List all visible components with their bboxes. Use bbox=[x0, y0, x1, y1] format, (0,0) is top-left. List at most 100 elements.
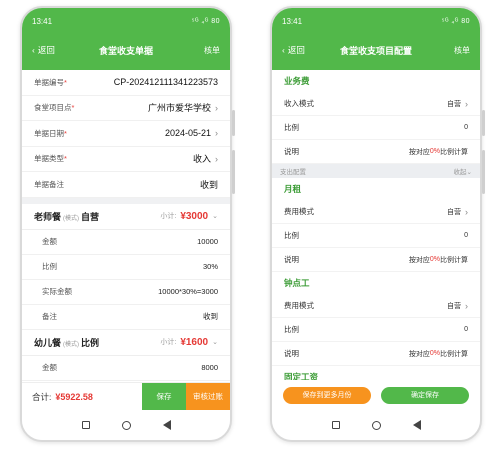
subtotal: 小计: ¥3000 ⌄ bbox=[160, 211, 218, 222]
config-row[interactable]: 费用模式 自营 › bbox=[272, 294, 480, 318]
field-value: 广州市爱华学校 › bbox=[148, 101, 218, 114]
field-value-text: 2024-05-21 bbox=[164, 128, 211, 139]
field-label: 单据类型* bbox=[34, 153, 67, 164]
total-label: 合计: bbox=[32, 391, 52, 402]
collapse-toggle[interactable]: 收起⌄ bbox=[454, 166, 472, 176]
status-time: 13:41 bbox=[282, 16, 303, 26]
expense-config-label: 支出配置 bbox=[280, 169, 306, 176]
chevron-right-icon: › bbox=[215, 128, 218, 139]
field-value: CP-202412111341223573 bbox=[114, 77, 218, 87]
form-field: 单据编号* CP-202412111341223573 bbox=[22, 70, 230, 96]
footer-bar: 保存到更多月份 确定保存 bbox=[272, 380, 480, 410]
signal-icon: ⁵ᴳ ₄ᴳ 80 bbox=[441, 17, 470, 25]
confirm-save-button[interactable]: 确定保存 bbox=[381, 386, 469, 404]
chevron-right-icon: › bbox=[465, 300, 468, 311]
status-time: 13:41 bbox=[32, 16, 53, 26]
detail-value: 收到 bbox=[203, 312, 218, 321]
config-label: 说明 bbox=[284, 349, 299, 358]
desc-post: 比例计算 bbox=[440, 350, 468, 358]
required-mark: * bbox=[64, 128, 67, 138]
field-label-text: 食堂项目点 bbox=[34, 103, 72, 113]
detail-row: 金额 10000 bbox=[22, 229, 230, 255]
save-button[interactable]: 保存 bbox=[142, 383, 186, 410]
desc-percent: 0% bbox=[429, 148, 440, 155]
desc-pre: 按对应 bbox=[408, 256, 430, 264]
field-label: 单据日期* bbox=[34, 128, 67, 139]
config-value: 0 bbox=[464, 124, 468, 131]
home-icon[interactable] bbox=[121, 420, 131, 430]
collapse-label: 收起 bbox=[453, 169, 467, 176]
section-name: 幼儿餐 bbox=[34, 337, 62, 348]
config-label: 比例 bbox=[284, 123, 299, 132]
detail-value: 8000 bbox=[201, 363, 218, 372]
detail-label: 金额 bbox=[42, 237, 57, 246]
chevron-left-icon: ‹ bbox=[282, 45, 285, 55]
form-field[interactable]: 单据类型* 收入 › bbox=[22, 146, 230, 172]
form-field: 单据备注 收到 bbox=[22, 172, 230, 198]
detail-label: 比例 bbox=[42, 262, 57, 271]
status-bar: 13:41 ⁵ᴳ ₄ᴳ 80 bbox=[282, 8, 470, 30]
field-label: 食堂项目点* bbox=[34, 102, 74, 113]
section-title: 幼儿餐 (模式) 比例 bbox=[34, 336, 99, 349]
back-nav-icon[interactable] bbox=[412, 420, 421, 430]
recent-apps-icon[interactable] bbox=[331, 421, 340, 429]
back-label: 返回 bbox=[37, 45, 55, 55]
subtotal-label: 小计: bbox=[160, 339, 177, 346]
section-header[interactable]: 老师餐 (模式) 自营 小计: ¥3000 ⌄ bbox=[22, 203, 230, 230]
expense-config-bar[interactable]: 支出配置 收起⌄ bbox=[272, 164, 480, 178]
field-value-text: CP-202412111341223573 bbox=[113, 77, 218, 88]
chevron-down-icon: ⌄ bbox=[212, 339, 218, 346]
field-value: 收入 › bbox=[193, 152, 218, 165]
detail-label: 实际金额 bbox=[42, 287, 72, 296]
home-icon[interactable] bbox=[371, 420, 381, 430]
config-row: 比例 0 bbox=[272, 116, 480, 140]
config-value-text: 自营 bbox=[447, 302, 461, 310]
back-button[interactable]: ‹ 返回 bbox=[32, 44, 55, 56]
detail-value: 10000*30%=3000 bbox=[158, 287, 218, 296]
field-value-text: 广州市爱华学校 bbox=[147, 103, 211, 114]
config-label: 比例 bbox=[284, 231, 299, 240]
form-field[interactable]: 食堂项目点* 广州市爱华学校 › bbox=[22, 95, 230, 121]
side-button bbox=[482, 110, 485, 136]
back-nav-icon[interactable] bbox=[162, 420, 171, 430]
section-title: 老师餐 (模式) 自营 bbox=[34, 210, 99, 223]
verify-button[interactable]: 核单 bbox=[204, 45, 220, 56]
config-label: 说明 bbox=[284, 147, 299, 156]
field-label: 单据备注 bbox=[34, 179, 64, 190]
side-button bbox=[232, 150, 235, 194]
system-nav bbox=[22, 410, 230, 440]
config-value: 按对应 0% 比例计算 bbox=[409, 349, 468, 359]
section-header[interactable]: 幼儿餐 (模式) 比例 小计: ¥1600 ⌄ bbox=[22, 329, 230, 356]
verify-button[interactable]: 核单 bbox=[454, 45, 470, 56]
recent-apps-icon[interactable] bbox=[81, 421, 90, 429]
back-button[interactable]: ‹ 返回 bbox=[282, 44, 305, 56]
header: 13:41 ⁵ᴳ ₄ᴳ 80 ‹ 返回 食堂收支项目配置 核单 bbox=[272, 8, 480, 70]
config-row[interactable]: 费用模式 自营 › bbox=[272, 200, 480, 224]
mode-value: 比例 bbox=[81, 337, 100, 348]
config-value: 0 bbox=[464, 232, 468, 239]
system-nav bbox=[272, 410, 480, 440]
detail-label: 备注 bbox=[42, 312, 57, 321]
form-content: 单据编号* CP-202412111341223573 食堂项目点* 广州市爱华学校 ›… bbox=[22, 70, 230, 410]
desc-post: 比例计算 bbox=[440, 256, 468, 264]
form-field[interactable]: 单据日期* 2024-05-21 › bbox=[22, 121, 230, 147]
config-group-title: 钟点工 bbox=[272, 272, 480, 294]
field-value-text: 收入 bbox=[192, 154, 211, 165]
chevron-left-icon: ‹ bbox=[32, 45, 35, 55]
phone-left: 13:41 ⁵ᴳ ₄ᴳ 80 ‹ 返回 食堂收支单据 核单 单据编号* CP-20… bbox=[20, 6, 232, 442]
config-value-text: 0 bbox=[464, 124, 468, 131]
config-content: 业务费 收入模式 自营 › 比例 0 说明 按对应 0% 比例计算 支出配置 收起⌄ 月租 费用模式… bbox=[272, 70, 480, 410]
config-row: 比例 0 bbox=[272, 318, 480, 342]
save-multi-month-button[interactable]: 保存到更多月份 bbox=[283, 386, 371, 404]
nav-bar: ‹ 返回 食堂收支单据 核单 bbox=[32, 30, 220, 70]
config-row[interactable]: 收入模式 自营 › bbox=[272, 92, 480, 116]
field-value: 2024-05-21 › bbox=[165, 128, 218, 138]
required-mark: * bbox=[64, 77, 67, 87]
side-button bbox=[232, 110, 235, 136]
field-label-text: 单据类型 bbox=[34, 154, 64, 164]
field-label-text: 单据日期 bbox=[34, 128, 64, 138]
chevron-down-icon: ⌄ bbox=[466, 169, 472, 176]
approve-button[interactable]: 审核过账 bbox=[186, 383, 230, 410]
field-value: 收到 bbox=[200, 178, 218, 191]
config-value: 按对应 0% 比例计算 bbox=[409, 147, 468, 157]
